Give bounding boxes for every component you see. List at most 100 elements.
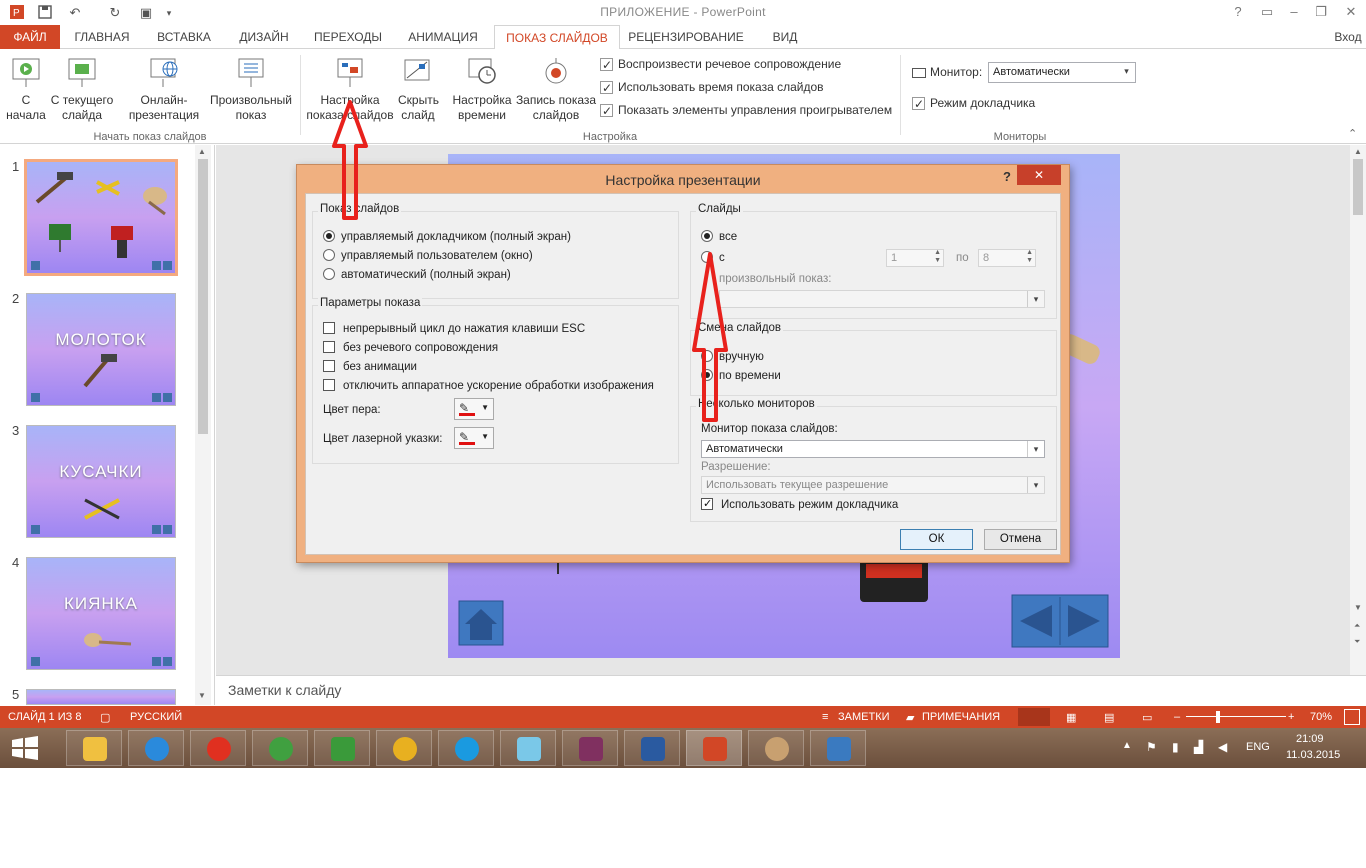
laser-color-picker[interactable]: ✎ ▼ [454, 427, 494, 449]
volume-icon[interactable]: ◀ [1218, 740, 1227, 754]
reading-view-icon[interactable]: ▤ [1104, 711, 1114, 724]
custom-show-select[interactable]: ▾ [719, 290, 1045, 308]
proofing-icon[interactable]: ▢ [100, 711, 110, 724]
radio-indicator[interactable] [323, 268, 335, 280]
explorer-taskbar-icon[interactable] [66, 730, 122, 766]
editor-scrollbar[interactable]: ▲ ▼ ⏶ ⏷ [1350, 145, 1366, 675]
minimize-icon[interactable]: – [1283, 3, 1305, 21]
thumbnails-scrollbar[interactable]: ▲ ▼ [195, 145, 211, 705]
cancel-button[interactable]: Отмена [984, 529, 1057, 550]
thumbnail-slide-4[interactable]: КИЯНКА [26, 557, 176, 670]
thumbnail-slide-5[interactable] [26, 689, 176, 705]
dialog-close-icon[interactable]: ✕ [1017, 165, 1061, 185]
tray-expand-icon[interactable]: ▲ [1122, 740, 1132, 751]
zoom-slider[interactable] [1186, 716, 1286, 717]
checkbox-indicator[interactable] [323, 360, 335, 372]
clock-date[interactable]: 11.03.2015 [1286, 749, 1340, 761]
network-icon[interactable]: ▟ [1194, 740, 1203, 754]
thumbnail-slide-3[interactable]: КУСАЧКИ [26, 425, 176, 538]
slide-sorter-icon[interactable]: ▦ [1066, 711, 1076, 724]
ok-button[interactable]: ОК [900, 529, 973, 550]
comments-icon[interactable]: ▰ [906, 711, 914, 724]
battery-icon[interactable]: ▮ [1172, 740, 1179, 754]
scroll-thumb[interactable] [198, 159, 208, 434]
scroll-down-icon[interactable]: ▼ [1354, 603, 1362, 612]
notes-pane[interactable]: Заметки к слайду [216, 675, 1366, 706]
winrar-taskbar-icon[interactable] [562, 730, 618, 766]
no-narration-checkbox[interactable]: без речевого сопровождения [323, 340, 498, 356]
disable-hw-accel-checkbox[interactable]: отключить аппаратное ускорение обработки… [323, 378, 654, 394]
normal-view-icon[interactable] [1018, 708, 1050, 726]
checkbox-indicator[interactable] [323, 341, 335, 353]
presenter-view-check[interactable] [912, 95, 925, 113]
resolution-select[interactable]: Использовать текущее разрешение ▾ [701, 476, 1045, 494]
word-taskbar-icon[interactable] [624, 730, 680, 766]
scroll-up-icon[interactable]: ▲ [198, 147, 206, 156]
thumbnail-slide-2[interactable]: МОЛОТОК [26, 293, 176, 406]
radio-indicator[interactable] [701, 230, 713, 242]
presenter-fullscreen-radio[interactable]: управляемый докладчиком (полный экран) [323, 229, 571, 245]
tab-insert[interactable]: ВСТАВКА [148, 25, 220, 49]
use-presenter-view-checkbox[interactable]: Использовать режим докладчика [701, 496, 898, 513]
windows-start-icon[interactable] [12, 736, 38, 760]
spinner-arrows-icon[interactable]: ▲ ▼ [1026, 249, 1033, 265]
show-media-controls-checkbox[interactable]: Показать элементы управления проигрывате… [600, 101, 892, 120]
tab-transitions[interactable]: ПЕРЕХОДЫ [308, 25, 388, 49]
ribbon-options-icon[interactable]: ▭ [1256, 3, 1278, 21]
paint-taskbar-icon[interactable] [748, 730, 804, 766]
zoom-out-icon[interactable]: – [1174, 711, 1180, 723]
play-narrations-checkbox[interactable]: Воспроизвести речевое сопровождение [600, 55, 841, 74]
notes-icon[interactable]: ≡ [822, 711, 828, 723]
zoom-slider-thumb[interactable] [1216, 711, 1220, 723]
user-window-radio[interactable]: управляемый пользователем (окно) [323, 248, 533, 264]
yandex-taskbar-icon[interactable] [190, 730, 246, 766]
language-indicator[interactable]: РУССКИЙ [130, 711, 182, 723]
pen-color-picker[interactable]: ✎ ▼ [454, 398, 494, 420]
use-timings-checkbox[interactable]: Использовать время показа слайдов [600, 78, 824, 97]
tab-home[interactable]: ГЛАВНАЯ [66, 25, 138, 49]
presenter-view-checkbox[interactable]: Режим докладчика [912, 94, 1035, 113]
thumbnail-slide-1[interactable] [24, 159, 178, 276]
loop-checkbox[interactable]: непрерывный цикл до нажатия клавиши ESC [323, 321, 585, 337]
from-current-button[interactable]: С текущего слайда [48, 49, 116, 124]
tab-review[interactable]: РЕЦЕНЗИРОВАНИЕ [626, 25, 746, 49]
powerpoint-taskbar-icon[interactable] [686, 730, 742, 766]
radio-indicator[interactable] [323, 230, 335, 242]
sign-in-link[interactable]: Вход [1330, 25, 1366, 49]
play-narrations-check[interactable] [600, 56, 613, 74]
comments-button[interactable]: ПРИМЕЧАНИЯ [922, 711, 1000, 723]
close-icon[interactable]: ✕ [1340, 3, 1362, 21]
slideshow-view-icon[interactable]: ▭ [1142, 711, 1152, 724]
tab-file[interactable]: ФАЙЛ [0, 25, 60, 49]
monitor-select[interactable]: Автоматически ▾ [988, 62, 1136, 83]
utorrent-taskbar-icon[interactable] [252, 730, 308, 766]
help-icon[interactable]: ? [1227, 3, 1249, 21]
dialog-help-icon[interactable]: ? [1003, 169, 1011, 184]
prev-slide-icon[interactable]: ⏶ [1354, 621, 1360, 631]
from-beginning-button[interactable]: С начала [2, 49, 50, 124]
fit-to-window-icon[interactable] [1344, 709, 1360, 725]
hide-slide-button[interactable]: Скрыть слайд [392, 49, 444, 124]
next-slide-icon[interactable]: ⏷ [1354, 637, 1360, 647]
collapse-ribbon-icon[interactable]: ⌃ [1348, 127, 1357, 140]
all-slides-radio[interactable]: все [701, 229, 737, 245]
scroll-thumb[interactable] [1353, 159, 1363, 215]
maximize-icon[interactable]: ❐ [1310, 3, 1332, 21]
notes-taskbar-icon[interactable] [500, 730, 556, 766]
flag-icon[interactable]: ⚑ [1146, 740, 1157, 754]
tab-design[interactable]: ДИЗАЙН [230, 25, 298, 49]
notes-button[interactable]: ЗАМЕТКИ [838, 711, 890, 723]
show-media-controls-check[interactable] [600, 102, 613, 120]
input-language[interactable]: ENG [1246, 741, 1270, 753]
show-monitor-select[interactable]: Автоматически ▾ [701, 440, 1045, 458]
tab-slideshow[interactable]: ПОКАЗ СЛАЙДОВ [494, 25, 620, 50]
skype-taskbar-icon[interactable] [438, 730, 494, 766]
kiosk-radio[interactable]: автоматический (полный экран) [323, 267, 511, 283]
from-slide-spinner[interactable]: 1 ▲ ▼ [886, 249, 944, 267]
ie-taskbar-icon[interactable] [128, 730, 184, 766]
spinner-arrows-icon[interactable]: ▲ ▼ [934, 249, 941, 265]
custom-show-button[interactable]: Произвольный показ [206, 49, 296, 124]
checkbox-indicator[interactable] [323, 322, 335, 334]
tab-view[interactable]: ВИД [762, 25, 808, 49]
zoom-level[interactable]: 70% [1310, 711, 1332, 723]
